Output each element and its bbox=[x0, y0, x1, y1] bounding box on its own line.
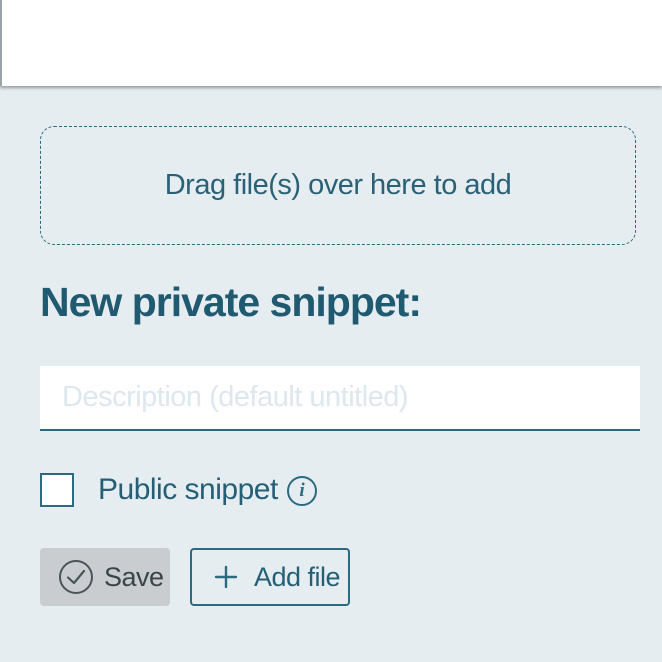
description-input[interactable] bbox=[40, 366, 640, 431]
save-button[interactable]: Save bbox=[40, 548, 170, 606]
add-file-button[interactable]: Add file bbox=[190, 548, 350, 606]
public-snippet-checkbox[interactable] bbox=[40, 473, 74, 507]
save-button-label: Save bbox=[104, 561, 164, 592]
file-dropzone[interactable]: Drag file(s) over here to add bbox=[40, 126, 636, 245]
check-circle-icon bbox=[59, 560, 93, 594]
add-file-button-label: Add file bbox=[254, 561, 341, 592]
plus-icon bbox=[214, 565, 238, 589]
page-title: New private snippet: bbox=[40, 279, 422, 325]
top-panel bbox=[0, 0, 662, 86]
dropzone-text: Drag file(s) over here to add bbox=[164, 169, 512, 201]
public-snippet-label[interactable]: Public snippet bbox=[98, 470, 278, 510]
info-icon[interactable]: i bbox=[287, 476, 317, 506]
